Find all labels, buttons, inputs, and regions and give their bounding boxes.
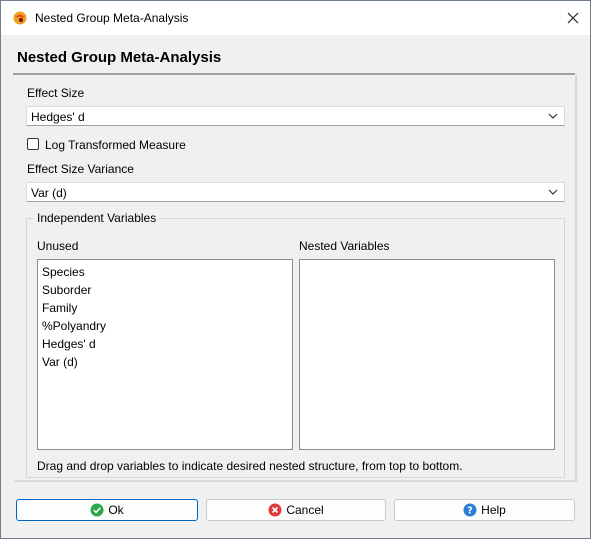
unused-variables-list[interactable]: Species Suborder Family %Polyandry Hedge… [37,259,293,450]
list-item[interactable]: Var (d) [42,355,78,369]
effect-size-label: Effect Size [27,86,85,100]
ok-button-label: Ok [108,503,124,517]
list-item[interactable]: Family [42,301,77,315]
effect-size-select[interactable]: Hedges' d [26,106,565,126]
unused-label: Unused [37,239,79,253]
log-transformed-checkbox[interactable] [27,138,39,150]
log-transformed-label: Log Transformed Measure [45,138,186,152]
variance-value: Var (d) [31,186,67,200]
title-bar: Nested Group Meta-Analysis [1,1,590,35]
dialog-window: Nested Group Meta-Analysis Nested Group … [0,0,591,539]
variance-select[interactable]: Var (d) [26,182,565,202]
effect-size-value: Hedges' d [31,110,85,124]
window-title: Nested Group Meta-Analysis [35,11,189,25]
app-logo-icon [12,10,28,26]
page-title: Nested Group Meta-Analysis [17,49,222,66]
list-item[interactable]: Hedges' d [42,337,96,351]
close-button[interactable] [556,1,590,35]
check-circle-icon [90,503,104,517]
chevron-down-icon [548,113,558,119]
svg-text:?: ? [467,506,473,517]
list-item[interactable]: %Polyandry [42,319,106,333]
nested-variables-label: Nested Variables [299,239,390,253]
list-item[interactable]: Suborder [42,283,91,297]
list-item[interactable]: Species [42,265,85,279]
drag-hint-text: Drag and drop variables to indicate desi… [37,459,463,473]
help-button-label: Help [481,503,506,517]
cancel-button-label: Cancel [286,503,324,517]
ok-button[interactable]: Ok [16,499,198,521]
cancel-button[interactable]: Cancel [206,499,386,521]
close-icon [567,12,579,24]
help-button[interactable]: ? Help [394,499,575,521]
chevron-down-icon [548,189,558,195]
independent-variables-legend: Independent Variables [34,211,160,225]
help-circle-icon: ? [463,503,477,517]
content-panel: Effect Size Hedges' d Log Transformed Me… [15,75,577,482]
variance-label: Effect Size Variance [27,162,134,176]
nested-variables-list[interactable] [299,259,555,450]
independent-variables-group: Independent Variables Unused Nested Vari… [26,211,565,478]
cancel-circle-icon [268,503,282,517]
header-panel: Nested Group Meta-Analysis [13,41,575,71]
